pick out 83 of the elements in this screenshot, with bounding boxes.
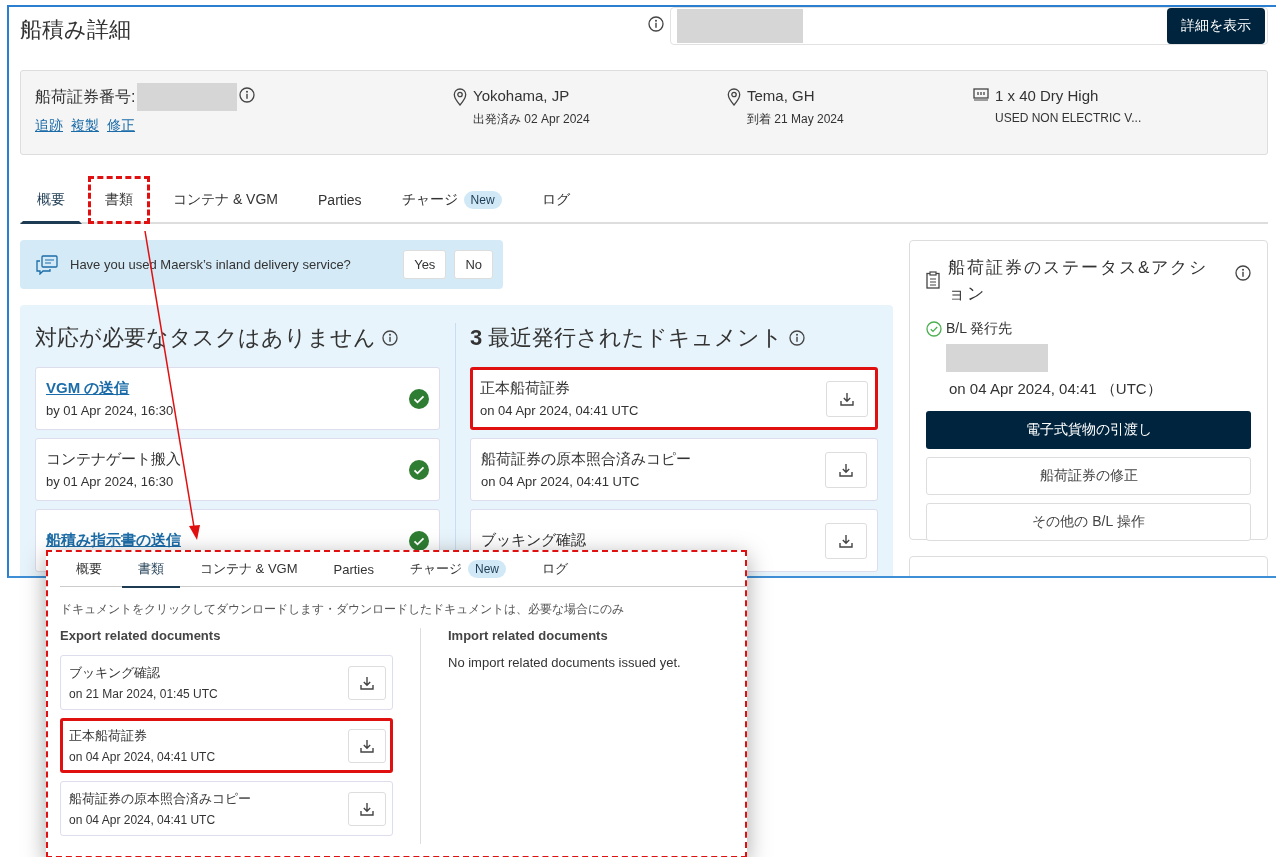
action-link[interactable]: 追跡	[35, 117, 63, 135]
document-name: 船荷証券の原本照合済みコピー	[69, 790, 251, 808]
task-link[interactable]: 船積み指示書の送信	[46, 531, 181, 550]
chat-icon	[36, 254, 58, 275]
download-button[interactable]	[348, 665, 386, 700]
section-heading: 最近発行されたドキュメント	[488, 324, 784, 352]
document-count: 3	[470, 325, 483, 351]
document-name: 正本船荷証券	[69, 727, 147, 745]
tab[interactable]: チャージ New	[384, 176, 519, 224]
check-icon	[926, 321, 942, 337]
document-date: on 04 Apr 2024, 04:41 UTC	[480, 403, 639, 418]
task-link[interactable]: VGM の送信	[46, 379, 130, 398]
tab[interactable]: 概要	[60, 552, 118, 588]
download-icon	[359, 800, 375, 817]
section-heading: Export related documents	[60, 628, 222, 643]
view-details-button[interactable]: 詳細を表示	[1167, 8, 1265, 44]
action-button[interactable]: 船荷証券の修正	[926, 457, 1251, 495]
task-due-date: by 01 Apr 2024, 16:30	[46, 474, 174, 489]
tab[interactable]: Parties	[317, 552, 390, 588]
port-date: 出発済み 02 Apr 2024	[473, 111, 590, 128]
download-button[interactable]	[348, 791, 386, 826]
info-icon	[1235, 265, 1251, 281]
download-button[interactable]	[825, 522, 867, 559]
info-icon	[239, 87, 256, 103]
action-link[interactable]: 複製	[71, 117, 99, 135]
download-icon	[839, 390, 855, 407]
clipboard-icon	[926, 271, 940, 289]
document-name: ブッキング確認	[481, 531, 586, 550]
new-badge: New	[468, 560, 506, 578]
location-pin-icon	[727, 88, 741, 106]
task-title: コンテナゲート搬入	[46, 450, 181, 469]
document-card[interactable]: 正本船荷証券 on 04 Apr 2024, 04:41 UTC	[60, 718, 393, 773]
port-name: Tema, GH	[747, 87, 815, 104]
info-icon	[382, 330, 398, 346]
answer-button[interactable]: No	[454, 250, 493, 279]
download-button[interactable]	[825, 451, 867, 488]
document-name: ブッキング確認	[69, 664, 160, 682]
issue-date: on 04 Apr 2024, 04:41 （UTC）	[949, 380, 1163, 399]
cargo-type: 1 x 40 Dry High	[995, 87, 1099, 104]
tab[interactable]: 概要	[20, 176, 82, 224]
action-link[interactable]: 修正	[107, 117, 135, 135]
task-due-date: by 01 Apr 2024, 16:30	[46, 403, 174, 418]
page-title: 船積み詳細	[20, 16, 131, 44]
action-button[interactable]: その他の B/L 操作	[926, 503, 1251, 541]
tab[interactable]: Parties	[301, 176, 379, 224]
document-card[interactable]: 船荷証券の原本照合済みコピー on 04 Apr 2024, 04:41 UTC	[470, 438, 878, 501]
document-date: on 04 Apr 2024, 04:41 UTC	[481, 474, 640, 489]
container-icon	[973, 88, 989, 101]
download-button[interactable]	[826, 380, 868, 417]
document-card[interactable]: 船荷証券の原本照合済みコピー on 04 Apr 2024, 04:41 UTC	[60, 781, 393, 836]
document-name: 船荷証券の原本照合済みコピー	[481, 450, 691, 469]
section-heading: Import related documents	[448, 628, 609, 643]
download-icon	[359, 674, 375, 691]
port-name: Yokohama, JP	[473, 87, 570, 104]
document-card[interactable]: ブッキング確認 on 21 Mar 2024, 01:45 UTC	[60, 655, 393, 710]
document-name: 正本船荷証券	[480, 379, 570, 398]
tab[interactable]: 書類	[88, 176, 150, 224]
cargo-description: USED NON ELECTRIC V...	[995, 111, 1142, 125]
port-date: 到着 21 May 2024	[747, 111, 844, 128]
info-icon	[789, 330, 806, 346]
new-badge: New	[463, 191, 502, 209]
download-icon	[838, 532, 854, 549]
download-icon	[838, 461, 854, 478]
document-date: on 21 Mar 2024, 01:45 UTC	[69, 687, 218, 701]
info-icon	[648, 16, 664, 32]
tab[interactable]: ログ	[524, 176, 587, 224]
download-icon	[359, 737, 375, 754]
instruction-text: ドキュメントをクリックしてダウンロードします・ダウンロードしたドキュメントは、必要な場合にのみ	[60, 601, 625, 618]
empty-message: No import related documents issued yet.	[448, 655, 682, 670]
search-field[interactable]: 詳細を表示	[670, 7, 1268, 45]
tab[interactable]: コンテナ & VGM	[156, 176, 295, 224]
card-title: 船荷証券のステータス&アクション	[948, 257, 1210, 305]
action-button[interactable]: 電子式貨物の引渡し	[926, 411, 1251, 449]
tab[interactable]: 書類	[122, 552, 180, 588]
document-date: on 04 Apr 2024, 04:41 UTC	[69, 813, 216, 827]
document-card[interactable]: 正本船荷証券 on 04 Apr 2024, 04:41 UTC	[470, 367, 878, 430]
location-pin-icon	[453, 88, 467, 106]
tab[interactable]: コンテナ & VGM	[184, 552, 314, 588]
answer-button[interactable]: Yes	[403, 250, 447, 279]
bl-number-label: 船荷証券番号:	[35, 87, 136, 107]
download-button[interactable]	[348, 728, 386, 763]
document-date: on 04 Apr 2024, 04:41 UTC	[69, 750, 216, 764]
status-label: B/L 発行先	[946, 320, 1013, 338]
